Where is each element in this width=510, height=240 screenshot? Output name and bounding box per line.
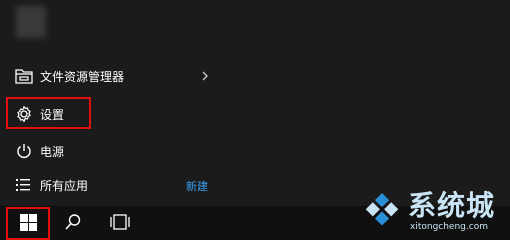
power-icon — [14, 141, 34, 161]
menu-item-power[interactable]: 电源 — [0, 133, 226, 169]
highlight-box-start — [6, 207, 50, 240]
task-view-button[interactable] — [104, 208, 136, 240]
start-menu: 文件资源管理器 设置 电源 所有应用 新建 — [0, 0, 510, 206]
watermark-url: xitongcheng.com — [410, 222, 488, 232]
watermark-logo-icon — [365, 193, 399, 226]
menu-item-label: 文件资源管理器 — [40, 69, 125, 84]
list-icon — [14, 175, 34, 195]
watermark: 系统城 xitongcheng.com — [354, 182, 508, 238]
menu-item-label: 所有应用 — [40, 178, 89, 193]
folder-explorer-icon — [14, 66, 34, 86]
new-apps-link[interactable]: 新建 — [186, 178, 208, 194]
chevron-right-icon[interactable] — [200, 69, 210, 83]
menu-item-label: 电源 — [40, 144, 65, 159]
search-icon — [64, 213, 82, 235]
task-view-icon — [109, 213, 131, 235]
watermark-text: 系统城 — [408, 189, 496, 222]
search-button[interactable] — [58, 208, 88, 240]
user-avatar[interactable] — [16, 6, 46, 38]
menu-item-file-explorer[interactable]: 文件资源管理器 — [0, 58, 226, 94]
highlight-box-settings — [6, 97, 91, 129]
